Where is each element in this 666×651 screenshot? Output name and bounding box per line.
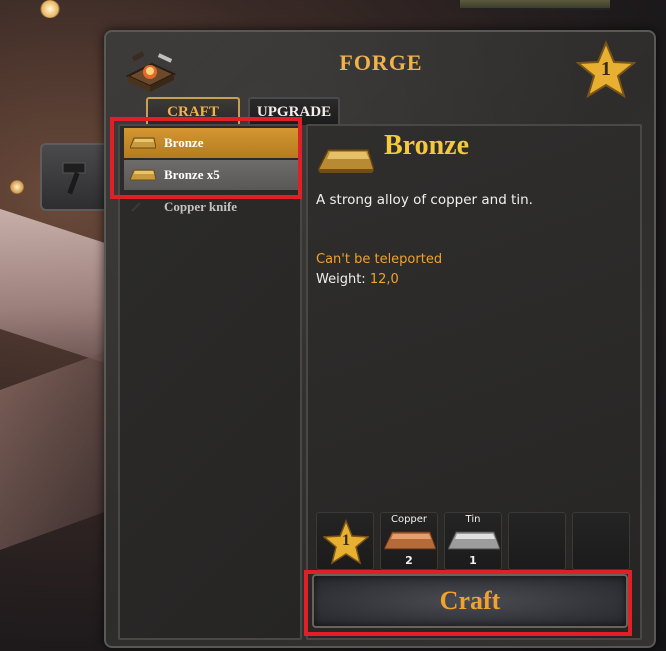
copper-ore-icon [384,531,436,550]
recipe-item-bronze-x5[interactable]: Bronze x5 [124,160,298,190]
recipe-list: Bronze Bronze x5 Copper knife [118,124,302,640]
recipe-details: Bronze A strong alloy of copper and tin.… [306,124,642,640]
station-level-value: 1 [601,58,611,80]
weight-value: 12,0 [369,272,399,287]
tab-craft[interactable]: CRAFT [146,97,240,125]
tab-upgrade[interactable]: UPGRADE [248,97,340,125]
recipe-label: Copper knife [164,199,238,214]
bronze-bar-icon [318,149,374,173]
window-title: FORGE [339,50,423,75]
item-name: Bronze [384,130,470,161]
recipe-label: Bronze [164,135,204,150]
recipe-label: Bronze x5 [164,167,220,182]
forge-window: FORGE 1 CRAFT UPGRADE Bronze Bronze x5 C… [104,30,656,648]
bronze-bar-icon [130,137,156,149]
background-lamp [10,180,24,194]
station-level-value: 1 [342,532,350,549]
hammer-tab[interactable] [40,143,110,211]
background-lamp [40,0,60,18]
weight-label: Weight: [316,272,366,287]
station-level-badge: 1 [575,40,637,100]
craft-button[interactable]: Craft [312,574,628,628]
requirement-name: Copper [390,514,428,525]
requirement-count: 2 [405,554,413,567]
teleport-note: Can't be teleported [316,252,443,267]
required-station-level: 1 [316,512,374,570]
item-weight: Weight: 12,0 [316,272,399,287]
station-level-badge: 1 [322,518,370,565]
requirement-copper: Copper 2 [380,512,438,570]
background-beam [0,349,110,551]
forge-icon [125,51,177,92]
requirement-count: 1 [469,554,477,567]
recipe-item-bronze[interactable]: Bronze [124,128,298,158]
tin-ore-icon [448,531,500,550]
requirement-slot-empty [508,512,566,570]
bronze-bar-icon [130,169,156,181]
knife-icon [131,202,141,212]
requirement-tin: Tin 1 [444,512,502,570]
background-ledge [460,0,610,10]
hammer-icon [62,162,86,195]
requirement-name: Tin [465,514,481,525]
requirement-slot-empty [572,512,630,570]
recipe-item-copper-knife[interactable]: Copper knife [124,192,298,222]
item-description: A strong alloy of copper and tin. [316,192,533,208]
